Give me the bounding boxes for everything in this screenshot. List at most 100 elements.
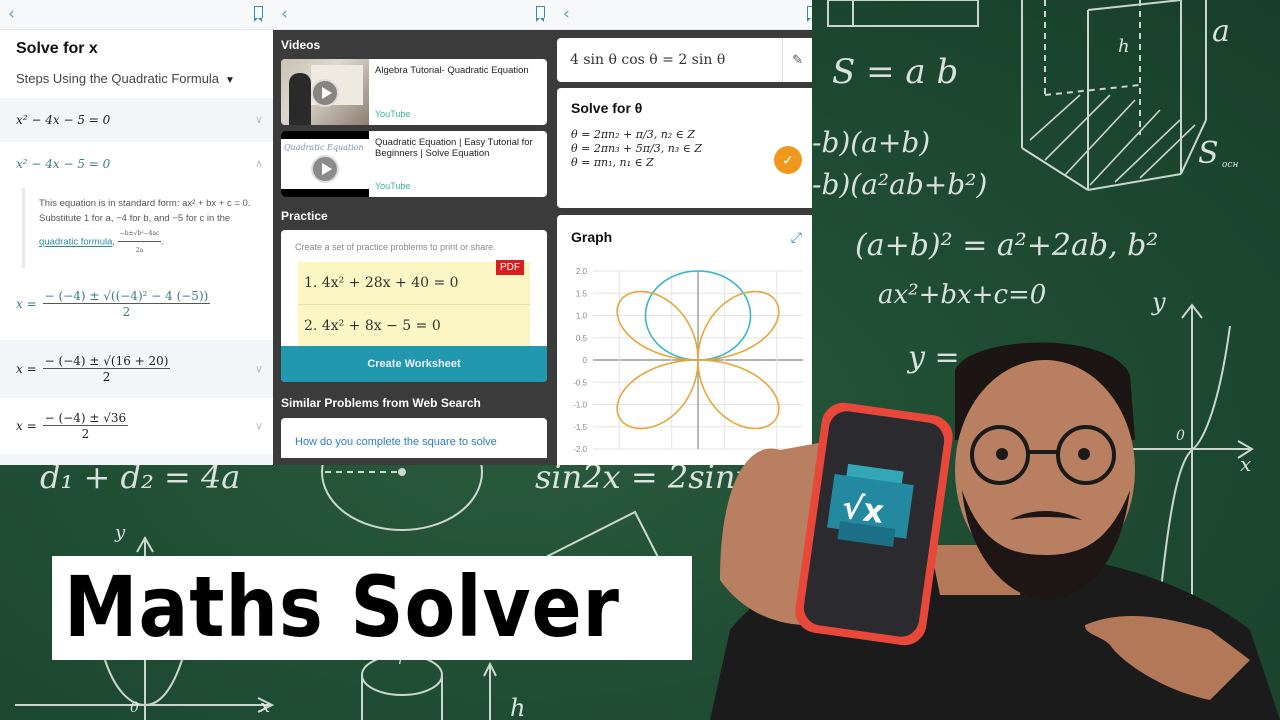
video-thumbnail: [281, 59, 369, 125]
bookmark-icon[interactable]: [536, 6, 545, 22]
play-icon[interactable]: [311, 79, 339, 107]
y-tick-label: 0: [583, 356, 588, 365]
chalk-small-square: [827, 0, 854, 27]
video-source: YouTube: [375, 181, 411, 191]
top-bar: ‹: [555, 0, 812, 30]
chalk-cylinder: [361, 654, 497, 720]
step-row-collapsed[interactable]: x = − (−4) ± √(16 + 20) 2 ∨: [0, 340, 273, 398]
chalk-origin2: 0: [130, 700, 139, 716]
bookmark-icon[interactable]: [254, 6, 263, 22]
steps-screen: ‹ Solve for x Steps Using the Quadratic …: [0, 0, 273, 465]
chalk-label-s: S: [1198, 136, 1219, 171]
solutions-list: θ = 2πn₂ + π/3, n₂ ∈ Z θ = 2πn₃ + 5π/3, …: [571, 128, 798, 170]
solution-line: θ = πn₁, n₁ ∈ Z: [571, 156, 654, 169]
step-row-collapsed[interactable]: x² − 4x − 5 = 0 ∨: [0, 98, 273, 142]
formula-fraction: −b±√b²−4ac 2a: [117, 226, 162, 258]
chalk-rectangle: [827, 0, 979, 27]
chalk-label-s-sub: осн: [1222, 160, 1239, 170]
chevron-down-icon[interactable]: ∨: [255, 98, 263, 142]
practice-description: Create a set of practice problems to pri…: [295, 242, 496, 252]
presenter-figure: [289, 73, 311, 125]
solve-card: Solve for θ θ = 2πn₂ + π/3, n₂ ∈ Z θ = 2…: [557, 88, 812, 208]
presenter-photo: √x: [710, 342, 1280, 720]
chalk-label-x2: x: [260, 696, 271, 717]
chalk-label-h: h: [1118, 36, 1130, 57]
video-info: Quadratic Equation | Easy Tutorial for B…: [369, 131, 547, 197]
video-title: Algebra Tutorial- Quadratic Equation: [375, 65, 529, 76]
bookmark-icon[interactable]: [807, 6, 812, 22]
top-bar: ‹: [273, 0, 555, 30]
sqrt-x-icon: √x: [839, 488, 886, 532]
solution-line: θ = 2πn₂ + π/3, n₂ ∈ Z: [571, 128, 695, 141]
step-equation: x² − 4x − 5 = 0: [16, 113, 111, 127]
chevron-down-icon[interactable]: ∨: [255, 363, 263, 376]
quadratic-formula-link[interactable]: quadratic formula: [39, 237, 112, 248]
page-title: Solve for x: [16, 40, 98, 57]
y-tick-label: 2.0: [576, 267, 588, 276]
resources-content: Videos Algebra Tutorial- Quadratic Equat…: [273, 30, 555, 465]
video-info: Algebra Tutorial- Quadratic Equation You…: [369, 59, 535, 125]
caret-down-icon: ▼: [225, 75, 235, 86]
y-tick-label: 1.5: [576, 289, 588, 298]
method-label: Steps Using the Quadratic Formula: [16, 71, 220, 86]
videos-heading: Videos: [281, 38, 321, 52]
equation-expression: 4 sin θ cos θ = 2 sin θ: [570, 52, 726, 68]
step-row-partial[interactable]: − (−4) ± 6: [0, 454, 273, 465]
step-fraction: − (−4) ± √36 2: [42, 411, 129, 441]
explanation-text: This equation is in standard form: ax² +…: [39, 198, 251, 224]
practice-heading: Practice: [281, 209, 328, 223]
y-tick-label: -2.0: [573, 445, 587, 454]
chalk-prism: [1021, 0, 1207, 191]
resources-screen: ‹ Videos Algebra Tutorial- Quadratic Equ…: [273, 0, 555, 465]
method-dropdown[interactable]: Steps Using the Quadratic Formula ▼: [0, 58, 273, 98]
chalk-label-y: y: [1152, 288, 1166, 316]
video-source: YouTube: [375, 109, 411, 119]
chalk-label-y2: y: [115, 522, 126, 543]
step-fraction: − (−4) ± √(16 + 20) 2: [42, 354, 171, 384]
pdf-badge[interactable]: PDF: [496, 260, 524, 275]
pencil-icon[interactable]: ✎: [782, 38, 812, 82]
video-card[interactable]: Quadratic Equation Quadratic Equation | …: [281, 131, 547, 197]
y-tick-label: -1.5: [573, 423, 587, 432]
back-icon[interactable]: ‹: [8, 4, 15, 24]
practice-card: Create a set of practice problems to pri…: [281, 230, 547, 382]
chalk-diff-cubes: -b)(a²ab+b²): [812, 168, 988, 201]
expand-icon[interactable]: ⤢: [791, 229, 802, 246]
video-title: Quadratic Equation | Easy Tutorial for B…: [375, 137, 533, 159]
practice-list: PDF 1. 4x² + 28x + 40 = 0 2. 4x² + 8x − …: [298, 260, 530, 346]
chevron-up-icon[interactable]: ∧: [255, 142, 263, 186]
similar-problem-link[interactable]: How do you complete the square to solve: [281, 418, 547, 458]
y-tick-label: -1.0: [573, 401, 587, 410]
substituted-fraction: − (−4) ± √((−4)² − 4 (−5)) 2: [42, 289, 211, 319]
solution-line: θ = 2πn₃ + 5π/3, n₃ ∈ Z: [571, 142, 702, 155]
thumbnail-title: Maths Solver: [64, 558, 620, 656]
chalk-quadratic: ax²+bx+c=0: [878, 280, 1047, 310]
thumbnail-text: Quadratic Equation: [284, 143, 364, 152]
video-card[interactable]: Algebra Tutorial- Quadratic Equation You…: [281, 59, 547, 125]
chalk-label-h2: h: [510, 694, 526, 720]
create-worksheet-button[interactable]: Create Worksheet: [281, 346, 547, 382]
practice-item: 2. 4x² + 8x − 5 = 0: [298, 304, 530, 346]
back-icon[interactable]: ‹: [563, 4, 570, 24]
y-tick-label: 1.0: [576, 312, 588, 321]
step-row-collapsed[interactable]: x = − (−4) ± √36 2 ∨: [0, 398, 273, 454]
play-icon[interactable]: [311, 155, 339, 183]
solve-heading: Solve for θ: [571, 100, 643, 116]
title-banner: Maths Solver: [52, 556, 692, 660]
checkmark-icon[interactable]: ✓: [774, 146, 802, 174]
top-bar: ‹: [0, 0, 273, 30]
y-tick-label: -0.5: [573, 378, 587, 387]
step-substituted: x = − (−4) ± √((−4)² − 4 (−5)) 2: [16, 289, 211, 319]
graph-heading: Graph: [571, 229, 613, 245]
chalk-area-formula: S = a b: [832, 52, 959, 92]
back-icon[interactable]: ‹: [281, 4, 288, 24]
step-row-expanded[interactable]: x² − 4x − 5 = 0 ∧: [0, 142, 273, 186]
chevron-down-icon[interactable]: ∨: [255, 420, 263, 433]
video-thumbnail: Quadratic Equation: [281, 131, 369, 197]
equation-input[interactable]: 4 sin θ cos θ = 2 sin θ ✎: [557, 38, 812, 82]
chalk-diff-squares: -b)(a+b): [812, 126, 931, 159]
math-solver-app-icon: √x: [827, 463, 914, 547]
step-explanation: This equation is in standard form: ax² +…: [22, 188, 255, 268]
chalk-square-formula: (a+b)² = a²+2ab, b²: [855, 228, 1159, 263]
y-tick-label: 0.5: [576, 334, 588, 343]
